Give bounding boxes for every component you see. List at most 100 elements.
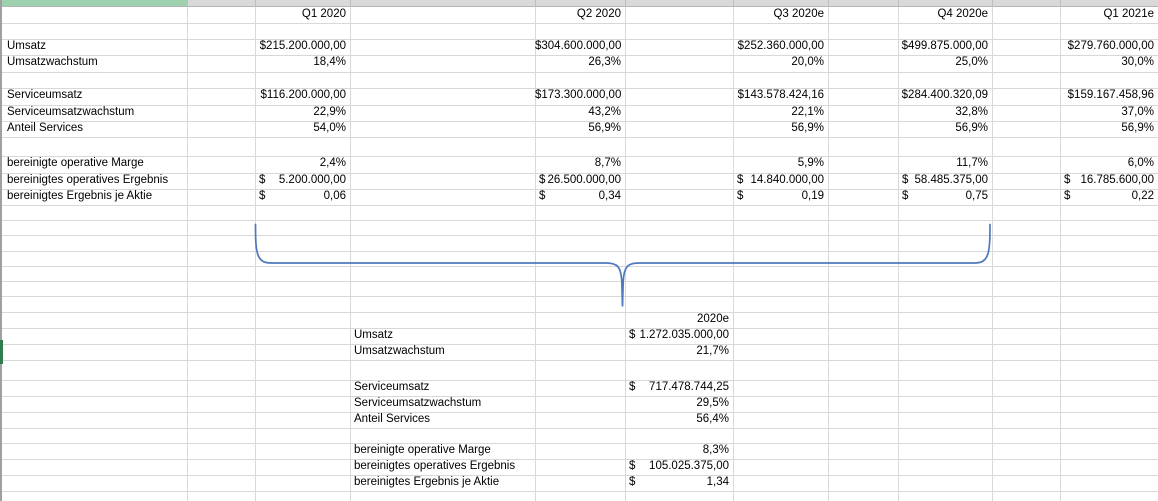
- row-label[interactable]: bereinigtes Ergebnis je Aktie: [3, 189, 187, 205]
- column-header-highlight[interactable]: [0, 0, 187, 7]
- value-cell[interactable]: $159.167.458,96: [1060, 88, 1158, 105]
- quarter-header[interactable]: Q4 2020e: [898, 7, 992, 23]
- summary-row-label[interactable]: bereinigte operative Marge: [350, 443, 535, 459]
- quarter-header[interactable]: Q2 2020: [535, 7, 625, 23]
- value-cell[interactable]: 8,7%: [535, 156, 625, 173]
- value-cell[interactable]: 56,9%: [1060, 121, 1158, 137]
- column-header-separator: [828, 0, 829, 7]
- value-cell[interactable]: $116.200.000,00: [255, 88, 350, 105]
- summary-value-cell[interactable]: $1,34: [625, 475, 733, 491]
- value-cell[interactable]: 43,2%: [535, 105, 625, 122]
- value-cell[interactable]: 2,4%: [255, 156, 350, 173]
- summary-value-cell[interactable]: 56,4%: [625, 412, 733, 428]
- row-label[interactable]: Serviceumsatz: [3, 88, 187, 105]
- value-cell[interactable]: $252.360.000,00: [733, 39, 828, 55]
- value-cell[interactable]: 30,0%: [1060, 55, 1158, 72]
- summary-value-cell[interactable]: 29,5%: [625, 396, 733, 412]
- value-cell[interactable]: $0,22: [1060, 189, 1158, 205]
- summary-row-label[interactable]: Serviceumsatz: [350, 380, 535, 396]
- value-cell[interactable]: $16.785.600,00: [1060, 173, 1158, 190]
- row-label[interactable]: Serviceumsatzwachstum: [3, 105, 187, 122]
- gridline-vertical: [535, 7, 536, 501]
- amount: 26.500.000,00: [547, 173, 621, 186]
- row-label[interactable]: Anteil Services: [3, 121, 187, 137]
- summary-row-label[interactable]: Umsatzwachstum: [350, 344, 535, 360]
- row-label[interactable]: Umsatz: [3, 39, 187, 55]
- value-cell[interactable]: $173.300.000,00: [535, 88, 625, 105]
- amount: 16.785.600,00: [1080, 173, 1154, 186]
- row-label[interactable]: bereinigtes operatives Ergebnis: [3, 173, 187, 190]
- value-cell[interactable]: 18,4%: [255, 55, 350, 72]
- value-cell[interactable]: $284.400.320,09: [898, 88, 992, 105]
- summary-row-label[interactable]: Serviceumsatzwachstum: [350, 396, 535, 412]
- value-cell[interactable]: $0,34: [535, 189, 625, 205]
- gridline-vertical: [992, 7, 993, 501]
- value-cell[interactable]: $143.578.424,16: [733, 88, 828, 105]
- value-cell[interactable]: $0,19: [733, 189, 828, 205]
- value-cell[interactable]: $499.875.000,00: [898, 39, 992, 55]
- column-header-separator: [992, 0, 993, 7]
- value-cell[interactable]: 6,0%: [1060, 156, 1158, 173]
- value-cell[interactable]: 56,9%: [733, 121, 828, 137]
- value-cell[interactable]: 25,0%: [898, 55, 992, 72]
- column-header-separator: [350, 0, 351, 7]
- gridline-horizontal: [2, 379, 1158, 381]
- value-cell[interactable]: 56,9%: [535, 121, 625, 137]
- summary-value-cell[interactable]: $105.025.375,00: [625, 459, 733, 475]
- gridline-horizontal: [2, 137, 1158, 138]
- value-cell[interactable]: 26,3%: [535, 55, 625, 72]
- value-cell[interactable]: 32,8%: [898, 105, 992, 122]
- summary-value-cell[interactable]: 8,3%: [625, 443, 733, 459]
- gridline-vertical: [1060, 7, 1061, 501]
- amount: 0,34: [598, 190, 621, 202]
- value-cell[interactable]: 54,0%: [255, 121, 350, 137]
- gridline-horizontal: [2, 443, 1158, 444]
- gridline-horizontal: [2, 71, 1158, 73]
- value-cell[interactable]: $14.840.000,00: [733, 173, 828, 190]
- gridline-horizontal: [2, 281, 1158, 283]
- amount: 1.272.035.000,00: [639, 328, 729, 341]
- spreadsheet: Q1 2020 Q2 2020 Q3 2020e Q4 2020e Q1 2021e Um…: [0, 0, 1158, 501]
- value-cell[interactable]: 56,9%: [898, 121, 992, 137]
- quarter-header[interactable]: Q1 2020: [255, 7, 350, 23]
- gridline-horizontal: [2, 491, 1158, 492]
- summary-row-label[interactable]: Anteil Services: [350, 412, 535, 428]
- value-cell[interactable]: 20,0%: [733, 55, 828, 72]
- currency-symbol: $: [1064, 173, 1071, 186]
- column-header-separator: [1060, 0, 1061, 7]
- row-label[interactable]: bereinigte operative Marge: [3, 156, 187, 173]
- gridline-horizontal: [2, 343, 1158, 345]
- value-cell[interactable]: $279.760.000,00: [1060, 39, 1158, 55]
- value-cell[interactable]: $0,06: [255, 189, 350, 205]
- amount: 0,75: [965, 190, 988, 202]
- amount: 0,19: [801, 190, 824, 202]
- value-cell[interactable]: $0,75: [898, 189, 992, 205]
- column-header-separator: [535, 0, 536, 7]
- currency-symbol: $: [539, 190, 546, 202]
- value-cell[interactable]: 11,7%: [898, 156, 992, 173]
- quarter-header[interactable]: Q1 2021e: [1060, 7, 1158, 23]
- summary-value-cell[interactable]: $1.272.035.000,00: [625, 328, 733, 344]
- quarter-header[interactable]: Q3 2020e: [733, 7, 828, 23]
- summary-header[interactable]: 2020e: [625, 312, 733, 328]
- summary-row-label[interactable]: bereinigtes Ergebnis je Aktie: [350, 475, 535, 491]
- row-label[interactable]: Umsatzwachstum: [3, 55, 187, 72]
- column-header-strip[interactable]: [187, 0, 1158, 7]
- gridline-horizontal: [2, 427, 1158, 429]
- gridline-horizontal: [2, 395, 1158, 397]
- value-cell[interactable]: $304.600.000,00: [535, 39, 625, 55]
- value-cell[interactable]: $215.200.000,00: [255, 39, 350, 55]
- summary-row-label[interactable]: bereinigtes operatives Ergebnis: [350, 459, 535, 475]
- value-cell[interactable]: $58.485.375,00: [898, 173, 992, 190]
- value-cell[interactable]: 37,0%: [1060, 105, 1158, 122]
- value-cell[interactable]: $26.500.000,00: [535, 173, 625, 190]
- value-cell[interactable]: 22,1%: [733, 105, 828, 122]
- value-cell[interactable]: 22,9%: [255, 105, 350, 122]
- value-cell[interactable]: 5,9%: [733, 156, 828, 173]
- summary-value-cell[interactable]: $717.478.744,25: [625, 380, 733, 396]
- summary-row-label[interactable]: Umsatz: [350, 328, 535, 344]
- column-header-separator: [625, 0, 626, 7]
- gridline-horizontal: [2, 265, 1158, 267]
- summary-value-cell[interactable]: 21,7%: [625, 344, 733, 360]
- value-cell[interactable]: $5.200.000,00: [255, 173, 350, 190]
